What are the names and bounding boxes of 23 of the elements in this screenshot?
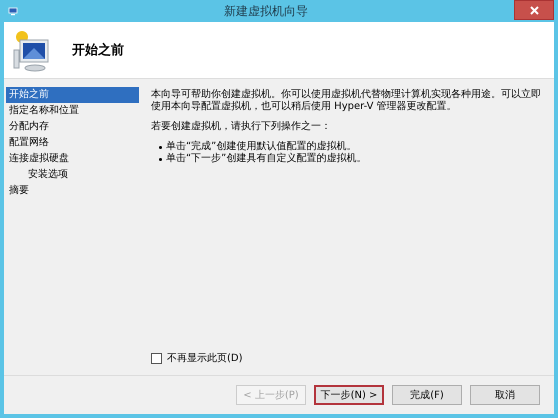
sidebar-item[interactable]: 连接虚拟硬盘 [6, 151, 139, 167]
bullet-text: 单击“完成”创建使用默认值配置的虚拟机。 [166, 141, 356, 152]
close-icon [530, 6, 538, 14]
description-text: 本向导可帮助你创建虚拟机。你可以使用虚拟机代替物理计算机实现各种用途。可以立即使用本向导配置虚拟机，也可以稍后使用 Hyper-V 管理器更改配置。 [151, 89, 542, 113]
description-text: 若要创建虚拟机，请执行下列操作之一： [151, 121, 332, 133]
wizard-button[interactable]: 下一步(N) > [314, 385, 384, 405]
sidebar-item[interactable]: 配置网络 [6, 135, 139, 151]
window-title: 新建虚拟机向导 [223, 2, 309, 20]
wizard-button[interactable]: 取消 [470, 385, 540, 405]
sidebar-item[interactable]: 指定名称和位置 [6, 103, 139, 119]
sidebar-item[interactable]: 安装选项 [6, 167, 139, 183]
bullet-icon [159, 146, 162, 148]
sidebar-item[interactable]: 摘要 [6, 183, 139, 199]
dont-show-checkbox[interactable]: 不再显示此页(D) [151, 351, 542, 365]
bullet-icon [159, 158, 162, 160]
sidebar-item[interactable]: 分配内存 [6, 119, 139, 135]
checkbox[interactable] [151, 352, 162, 364]
sidebar-item[interactable]: 开始之前 [6, 87, 139, 103]
computer-icon [8, 6, 18, 16]
wizard-button[interactable]: 完成(F) [392, 385, 462, 405]
page-heading: 开始之前 [72, 42, 124, 59]
close-button[interactable] [514, 0, 554, 20]
bullet-text: 单击“下一步”创建具有自定义配置的虚拟机。 [166, 153, 366, 165]
